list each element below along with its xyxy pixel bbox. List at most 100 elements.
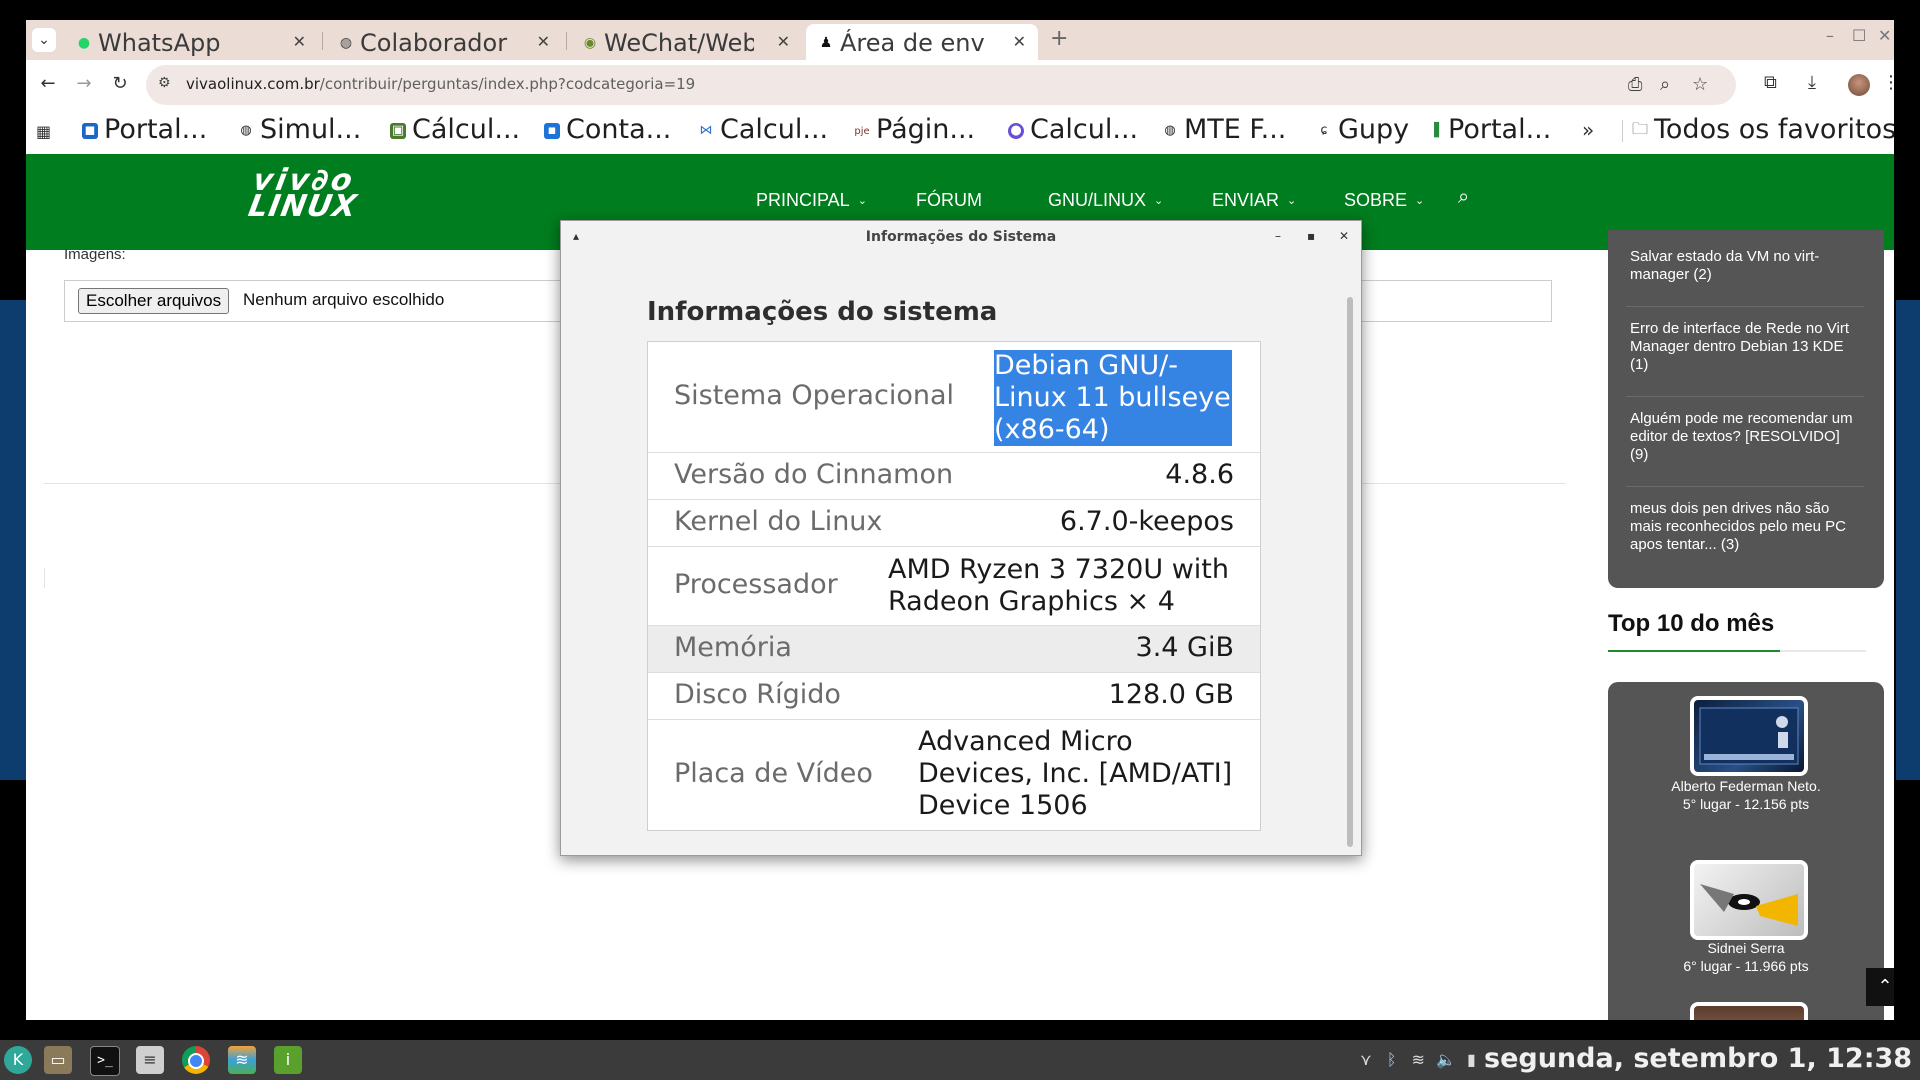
- bookmark-favicon-icon: ⋈: [699, 123, 713, 138]
- volume-icon[interactable]: 🔈: [1436, 1050, 1456, 1069]
- top10-box: Alberto Federman Neto. 5° lugar - 12.156…: [1608, 682, 1884, 1020]
- bookmark-item[interactable]: ◍ MTE F...: [1162, 114, 1286, 146]
- extensions-icon[interactable]: ⧉: [1764, 72, 1777, 93]
- bookmark-star-icon[interactable]: ☆: [1692, 74, 1708, 95]
- install-app-icon[interactable]: ⎙: [1628, 74, 1642, 95]
- top10-heading: Top 10 do mês: [1608, 610, 1775, 637]
- bookmark-item[interactable]: ▣ Cálcul...: [390, 114, 520, 146]
- start-menu-icon[interactable]: K: [4, 1046, 32, 1074]
- all-favorites-folder[interactable]: 🗀 Todos os favoritos: [1632, 114, 1894, 146]
- chrome-icon[interactable]: [182, 1046, 210, 1074]
- info-row-kernel: Kernel do Linux 6.7.0-keepos: [648, 499, 1260, 547]
- bluetooth-icon[interactable]: ᛒ: [1387, 1050, 1397, 1069]
- bookmark-item[interactable]: ▐ Portal...: [1426, 114, 1551, 146]
- recent-question-link[interactable]: Alguém pode me recomendar um editor de t…: [1630, 410, 1860, 464]
- ranking-user-name[interactable]: Sidnei Serra: [1608, 940, 1884, 956]
- bookmarks-bar: ▦ ◼ Portal... ◍ Simul... ▣ Cálcul... ▪ Conta…: [26, 108, 1894, 154]
- text-editor-icon[interactable]: ≡: [136, 1046, 164, 1074]
- maximize-icon[interactable]: ☐: [1852, 26, 1866, 45]
- bookmark-favicon-icon: ▐: [1429, 123, 1439, 138]
- close-tab-icon[interactable]: ✕: [537, 32, 550, 51]
- system-tray: ⋎ ᛒ ≋ 🔈 ▮: [1360, 1050, 1476, 1069]
- more-bookmarks-icon[interactable]: »: [1582, 118, 1594, 142]
- bookmark-item[interactable]: ◍ Simul...: [238, 114, 361, 146]
- nav-gnu-linux[interactable]: GNU/LINUX ⌄: [1048, 190, 1163, 211]
- nav-sobre[interactable]: SOBRE ⌄: [1344, 190, 1424, 211]
- tab-title: Área de env: [840, 29, 985, 57]
- terminal-icon[interactable]: >_: [90, 1046, 120, 1076]
- wifi-icon[interactable]: ≋: [1412, 1050, 1425, 1069]
- dialog-scrollbar[interactable]: [1347, 297, 1353, 847]
- ranking-user-name[interactable]: Alberto Federman Neto.: [1608, 778, 1884, 794]
- minimize-icon[interactable]: –: [1275, 229, 1281, 243]
- tux-logo-icon: [1700, 884, 1798, 926]
- nav-enviar[interactable]: ENVIAR ⌄: [1212, 190, 1296, 211]
- tab-wechat[interactable]: ◉ WeChat/Web ✕: [570, 24, 802, 60]
- site-logo[interactable]: viv∂o LINUX: [244, 163, 365, 232]
- tab-search-button[interactable]: ⌄: [32, 28, 56, 52]
- chevron-down-icon: ⌄: [857, 195, 867, 207]
- layers-app-icon[interactable]: ≋: [228, 1046, 256, 1074]
- nav-principal[interactable]: PRINCIPAL ⌄: [756, 190, 867, 211]
- battery-icon[interactable]: ▮: [1467, 1050, 1476, 1069]
- site-info-icon[interactable]: ⚙: [158, 75, 171, 91]
- dialog-title: Informações do Sistema: [865, 229, 1057, 245]
- address-bar[interactable]: ⚙ vivaolinux.com.br/contribuir/perguntas…: [146, 65, 1736, 105]
- more-menu-icon[interactable]: ⋮: [1882, 72, 1894, 93]
- tab-separator: [322, 32, 323, 50]
- folder-icon: 🗀: [1632, 119, 1649, 138]
- user-avatar[interactable]: [1690, 1002, 1808, 1020]
- url-text[interactable]: vivaolinux.com.br/contribuir/perguntas/i…: [186, 75, 695, 93]
- dialog-titlebar[interactable]: ▴ Informações do Sistema – ▪ ✕: [561, 221, 1361, 253]
- close-tab-icon[interactable]: ✕: [777, 32, 790, 51]
- bookmark-favicon-icon: pje: [854, 126, 870, 137]
- forward-button[interactable]: →: [70, 70, 98, 98]
- network-manager-icon[interactable]: ⋎: [1360, 1050, 1372, 1069]
- reload-button[interactable]: ↻: [106, 70, 134, 98]
- bookmark-item[interactable]: pje Págin...: [854, 114, 975, 146]
- choose-files-button[interactable]: Escolher arquivos: [78, 288, 230, 314]
- bookmark-item[interactable]: ɕ Gupy: [1316, 114, 1409, 146]
- selected-text[interactable]: Debian GNU/-Linux 11 bullseye (x86-64): [994, 350, 1232, 446]
- close-window-icon[interactable]: ✕: [1878, 26, 1891, 45]
- system-info-app-icon[interactable]: i: [274, 1046, 302, 1074]
- chevron-down-icon: ⌄: [1287, 195, 1297, 207]
- search-icon[interactable]: ⌕: [1458, 184, 1469, 208]
- minimize-icon[interactable]: –: [1826, 26, 1834, 45]
- recent-question-link[interactable]: Erro de interface de Rede no Virt Manage…: [1630, 320, 1860, 374]
- info-row-disk: Disco Rígido 128.0 GB: [648, 672, 1260, 720]
- bookmark-item[interactable]: ◼ Portal...: [82, 114, 207, 146]
- apps-grid-icon[interactable]: ▦: [36, 122, 51, 141]
- close-tab-icon[interactable]: ✕: [1013, 32, 1026, 51]
- file-manager-icon[interactable]: ▭: [44, 1046, 72, 1074]
- system-info-table: Sistema Operacional Debian GNU/-Linux 11…: [647, 341, 1261, 831]
- bookmark-item[interactable]: ● Calcul...: [1008, 114, 1138, 146]
- close-tab-icon[interactable]: ✕: [293, 32, 306, 51]
- user-avatar[interactable]: [1690, 696, 1808, 776]
- bookmark-item[interactable]: ⋈ Calcul...: [698, 114, 829, 146]
- new-tab-button[interactable]: +: [1050, 26, 1068, 51]
- maximize-icon[interactable]: ▪: [1307, 229, 1315, 243]
- back-to-top-button[interactable]: ⌃: [1866, 968, 1894, 1006]
- divider: [1626, 486, 1864, 487]
- tab-colaborador[interactable]: ◍ Colaborador ✕: [326, 24, 562, 60]
- bookmark-favicon-icon: ◍: [1164, 123, 1176, 138]
- recent-question-link[interactable]: Salvar estado da VM no virt-manager (2): [1630, 248, 1860, 284]
- user-avatar[interactable]: [1690, 860, 1808, 940]
- zoom-icon[interactable]: ⌕: [1660, 74, 1670, 95]
- profile-avatar[interactable]: [1848, 74, 1870, 96]
- url-path: /contribuir/perguntas/index.php?codcateg…: [319, 75, 696, 93]
- heading-underline: [1608, 650, 1866, 652]
- recent-question-link[interactable]: meus dois pen drives não são mais reconh…: [1630, 500, 1860, 554]
- tab-area-de-envio[interactable]: ♟ Área de env ✕: [806, 24, 1038, 60]
- info-row-video: Placa de Vídeo Advanced Micro Devices, I…: [648, 719, 1260, 830]
- nav-forum[interactable]: FÓRUM: [916, 190, 982, 211]
- bookmark-item[interactable]: ▪ Conta...: [544, 114, 671, 146]
- close-icon[interactable]: ✕: [1339, 229, 1349, 243]
- back-button[interactable]: ←: [34, 70, 62, 98]
- clock[interactable]: segunda, setembro 1, 12:38: [1484, 1043, 1912, 1074]
- tab-whatsapp[interactable]: ● WhatsApp ✕: [64, 24, 318, 60]
- tab-title: Colaborador: [360, 29, 508, 57]
- tab-separator: [566, 32, 567, 50]
- download-icon[interactable]: ⤓: [1808, 72, 1816, 93]
